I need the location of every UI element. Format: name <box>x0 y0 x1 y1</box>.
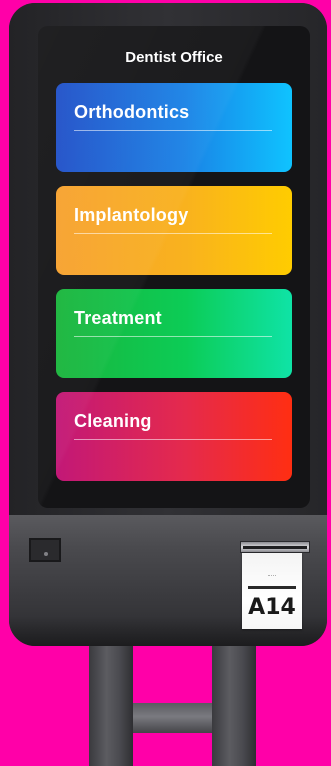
ticket-rule <box>248 586 296 589</box>
menu-item-divider <box>74 130 272 131</box>
kiosk-screen: Dentist Office Orthodontics Implantology… <box>38 26 310 508</box>
menu-item-divider <box>74 439 272 440</box>
page-title: Dentist Office <box>125 49 223 66</box>
menu-item-label: Cleaning <box>74 411 152 431</box>
menu-item-orthodontics[interactable]: Orthodontics <box>56 83 292 172</box>
queue-ticket[interactable]: A14 <box>242 553 302 629</box>
ticket-dots <box>268 575 276 578</box>
kiosk-stand-left-leg <box>89 640 133 766</box>
menu-item-label: Orthodontics <box>74 102 190 122</box>
kiosk-stand-right-leg <box>212 640 256 766</box>
card-reader-led <box>44 552 48 556</box>
menu-item-treatment[interactable]: Treatment <box>56 289 292 378</box>
ticket-printer-slot <box>240 541 310 553</box>
kiosk-stand-crossbar <box>133 703 212 733</box>
ticket-number: A14 <box>248 595 296 620</box>
menu-item-label: Implantology <box>74 205 189 225</box>
menu-item-divider <box>74 336 272 337</box>
menu-item-cleaning[interactable]: Cleaning <box>56 392 292 481</box>
menu-item-label: Treatment <box>74 308 162 328</box>
card-reader-icon[interactable] <box>29 538 61 562</box>
menu-item-implantology[interactable]: Implantology <box>56 186 292 275</box>
menu-item-divider <box>74 233 272 234</box>
